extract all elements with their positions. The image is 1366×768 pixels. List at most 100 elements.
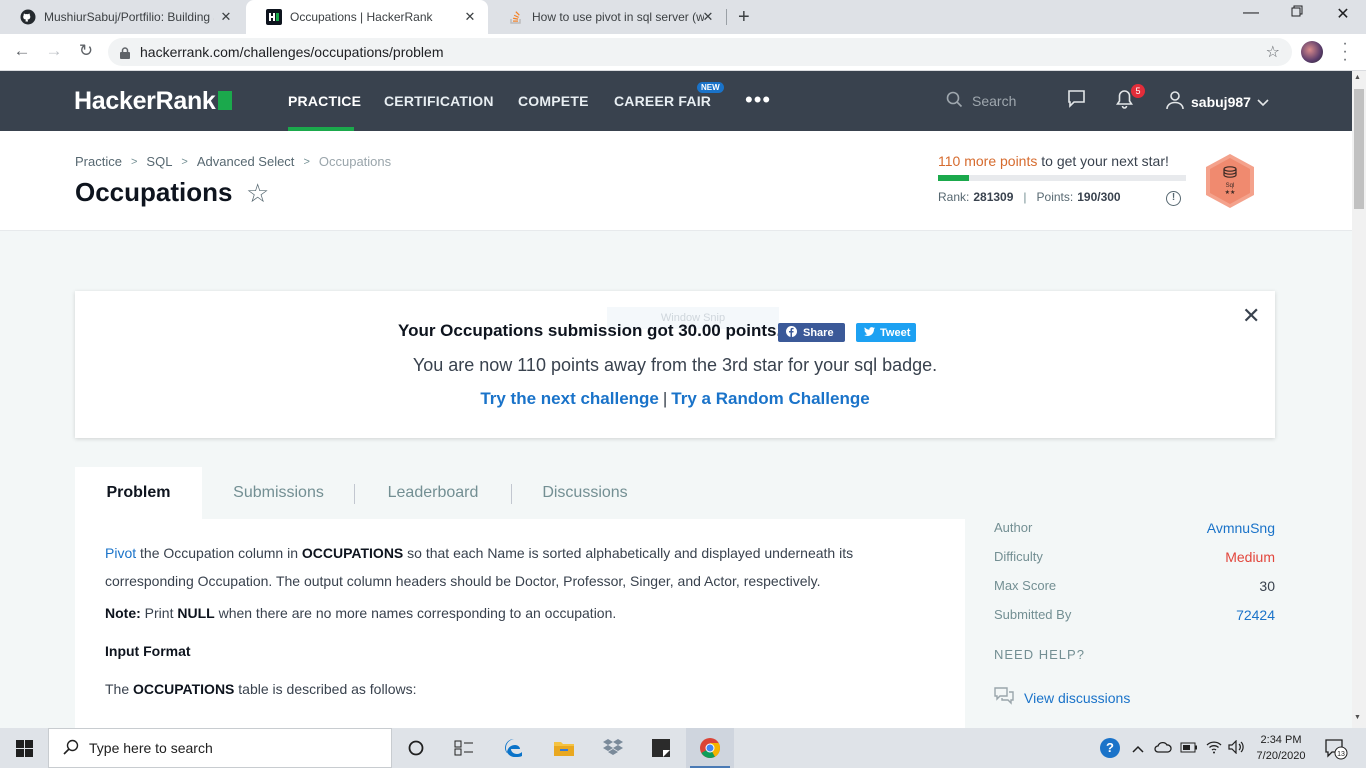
hackerrank-icon	[266, 9, 282, 25]
submission-result-banner: Window Snip Your Occupations submission …	[75, 291, 1275, 438]
action-center-icon[interactable]: 13	[1324, 738, 1348, 765]
breadcrumb-sql[interactable]: SQL	[146, 154, 172, 169]
tab-submissions[interactable]: Submissions	[215, 467, 342, 519]
profile-avatar[interactable]	[1301, 41, 1323, 63]
star-progress-fill	[938, 175, 969, 181]
chevron-up-icon[interactable]	[1132, 741, 1144, 756]
lock-icon	[120, 46, 130, 59]
twitter-tweet-button[interactable]: Tweet	[856, 323, 916, 342]
nav-practice[interactable]: PRACTICE	[288, 93, 361, 109]
nav-career-fair[interactable]: CAREER FAIR	[614, 93, 711, 109]
close-tab-icon[interactable]: ✕	[218, 9, 234, 25]
scroll-up-arrow-icon[interactable]: ▲	[1354, 74, 1361, 81]
close-tab-icon[interactable]: ✕	[700, 9, 716, 25]
author-link[interactable]: AvmnuSng	[1207, 520, 1275, 536]
close-tab-icon[interactable]: ✕	[462, 9, 478, 25]
tab-leaderboard[interactable]: Leaderboard	[369, 467, 497, 519]
try-next-challenge-link[interactable]: Try the next challenge	[480, 389, 659, 408]
user-menu[interactable]: sabuj987	[1165, 90, 1269, 113]
breadcrumb-practice[interactable]: Practice	[75, 154, 122, 169]
address-bar[interactable]: hackerrank.com/challenges/occupations/pr…	[108, 38, 1292, 66]
new-tab-icon[interactable]: +	[738, 6, 750, 29]
maximize-icon[interactable]	[1274, 4, 1320, 22]
scroll-thumb[interactable]	[1354, 89, 1364, 209]
difficulty-value: Medium	[1225, 549, 1275, 565]
battery-icon[interactable]	[1180, 741, 1198, 756]
info-icon[interactable]: !	[1166, 191, 1181, 206]
clock-time: 2:34 PM	[1260, 734, 1302, 746]
taskbar-clock[interactable]: 2:34 PM 7/20/2020	[1250, 732, 1312, 764]
problem-paragraph: Pivot the Occupation column in OCCUPATIO…	[105, 545, 854, 589]
close-icon[interactable]: ✕	[1242, 303, 1260, 329]
wifi-icon[interactable]	[1206, 740, 1222, 757]
browser-tab-hackerrank[interactable]: Occupations | HackerRank ✕	[246, 0, 488, 34]
dropbox-icon[interactable]	[589, 728, 637, 768]
volume-icon[interactable]	[1228, 739, 1246, 757]
browser-menu-icon[interactable]: · · ·	[1340, 36, 1350, 68]
browser-tab-strip: MushiurSabuj/Portfilio: Building a ✕ Occ…	[0, 0, 1366, 34]
username: sabuj987	[1191, 93, 1251, 110]
breadcrumb: Practice > SQL > Advanced Select > Occup…	[75, 154, 391, 169]
system-tray: ?	[1100, 728, 1246, 768]
chevron-down-icon	[1257, 94, 1269, 110]
windows-start-icon[interactable]	[0, 728, 48, 768]
chevron-right-icon: >	[303, 155, 310, 168]
task-view-icon[interactable]	[440, 728, 488, 768]
messages-icon[interactable]	[1067, 89, 1086, 113]
nav-search[interactable]: Search	[946, 91, 1016, 111]
edge-browser-icon[interactable]	[490, 728, 538, 768]
rank-value: 281309	[973, 190, 1014, 204]
user-icon	[1165, 90, 1185, 113]
tab-problem[interactable]: Problem	[75, 467, 202, 519]
tab-divider	[511, 484, 512, 504]
tab-title: How to use pivot in sql server (wi	[532, 10, 704, 24]
bookmark-star-icon[interactable]: ☆	[246, 178, 269, 209]
points-away-message: You are now 110 points away from the 3rd…	[412, 355, 938, 375]
page-title: Occupations	[75, 177, 233, 207]
nav-certification[interactable]: CERTIFICATION	[384, 93, 494, 109]
next-star-message: 110 more points to get your next star!	[938, 153, 1169, 169]
page-scrollbar[interactable]: ▲ ▼	[1352, 71, 1366, 728]
badge-label: Sql	[1226, 183, 1235, 189]
submission-headline: Your Occupations submission got 30.00 po…	[398, 321, 782, 340]
tab-title: Occupations | HackerRank	[290, 10, 433, 24]
onedrive-cloud-icon[interactable]	[1154, 741, 1172, 756]
chevron-right-icon: >	[181, 155, 188, 168]
file-explorer-icon[interactable]	[540, 728, 588, 768]
browser-tab-github[interactable]: MushiurSabuj/Portfilio: Building a ✕	[0, 0, 244, 34]
breadcrumb-current: Occupations	[318, 154, 392, 169]
cortana-icon[interactable]	[392, 728, 440, 768]
bookmark-star-icon[interactable]: ☆	[1266, 42, 1280, 62]
breadcrumb-advanced-select[interactable]: Advanced Select	[197, 154, 295, 169]
tab-discussions[interactable]: Discussions	[527, 467, 643, 519]
next-challenge-links: Try the next challenge | Try a Random Chal…	[480, 389, 870, 408]
try-random-challenge-link[interactable]: Try a Random Challenge	[671, 389, 869, 408]
notification-count-badge: 5	[1131, 84, 1145, 98]
more-dots-icon[interactable]: •••	[745, 87, 771, 113]
taskbar-search-box[interactable]: Type here to search	[48, 728, 392, 768]
facebook-share-button[interactable]: Share	[778, 323, 845, 342]
scroll-down-arrow-icon[interactable]: ▼	[1354, 714, 1361, 721]
tab-divider	[354, 484, 355, 504]
nav-compete[interactable]: COMPETE	[518, 93, 589, 109]
window-close-icon[interactable]: ✕	[1320, 4, 1366, 24]
points-label: Points:	[1036, 190, 1074, 204]
clock-date: 7/20/2020	[1256, 750, 1306, 762]
browser-tab-stackoverflow[interactable]: How to use pivot in sql server (wi ✕	[488, 0, 726, 34]
pivot-link[interactable]: Pivot	[105, 545, 136, 561]
reload-icon[interactable]: ↻	[75, 41, 97, 61]
minimize-icon[interactable]: —	[1228, 4, 1274, 22]
submitted-by-row: Submitted By 72424	[994, 607, 1275, 623]
back-arrow-icon[interactable]: ←	[11, 41, 33, 61]
hackerrank-logo[interactable]: HackerRank	[74, 87, 232, 116]
difficulty-row: Difficulty Medium	[994, 549, 1275, 565]
forward-arrow-icon[interactable]: →	[43, 41, 65, 61]
github-icon	[20, 9, 36, 25]
submitted-by-link[interactable]: 72424	[1236, 607, 1275, 623]
view-discussions-link[interactable]: View discussions	[994, 687, 1130, 708]
help-icon[interactable]: ?	[1100, 738, 1120, 758]
chrome-browser-icon[interactable]	[686, 728, 734, 768]
sql-badge[interactable]: Sql ★★	[1205, 153, 1255, 209]
sticky-notes-icon[interactable]	[637, 728, 685, 768]
search-icon	[946, 91, 963, 111]
